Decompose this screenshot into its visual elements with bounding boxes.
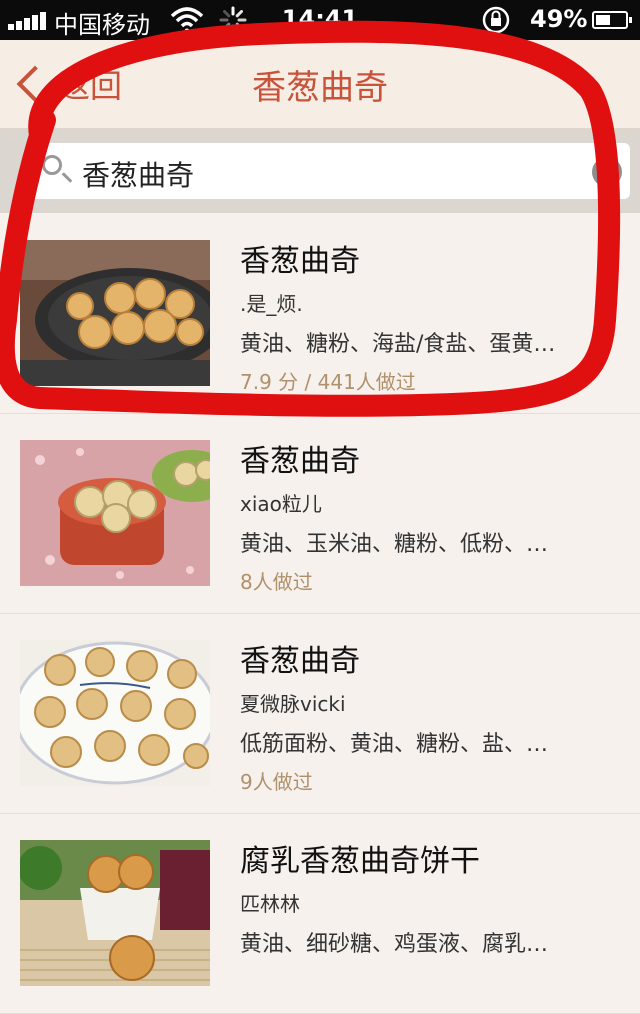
search-bar: 香葱曲奇 × <box>0 129 640 213</box>
recipe-thumbnail <box>20 440 210 586</box>
recipe-author: xiao粒儿 <box>240 492 322 516</box>
recipe-ingredients: 低筋面粉、黄油、糖粉、盐、… <box>240 732 549 757</box>
list-item[interactable]: 香葱曲奇 .是_烦. 黄油、糖粉、海盐/食盐、蛋黄… 7.9 分 / 441人做… <box>0 214 640 414</box>
rotation-lock-icon <box>480 5 512 41</box>
search-input[interactable]: 香葱曲奇 × <box>30 143 630 199</box>
search-icon <box>42 155 62 175</box>
recipe-stats: 8人做过 <box>240 570 313 594</box>
clear-search-button[interactable]: × <box>592 157 622 187</box>
list-item[interactable]: 香葱曲奇 夏微脉vicki 低筋面粉、黄油、糖粉、盐、… 9人做过 <box>0 614 640 814</box>
recipe-ingredients: 黄油、细砂糖、鸡蛋液、腐乳… <box>240 932 549 957</box>
status-bar: 中国移动 14:41 49% <box>0 0 640 40</box>
recipe-thumbnail <box>20 840 210 986</box>
recipe-title: 香葱曲奇 <box>240 244 360 279</box>
recipe-author: .是_烦. <box>240 292 303 316</box>
recipe-thumbnail <box>20 640 210 786</box>
recipe-list: 香葱曲奇 .是_烦. 黄油、糖粉、海盐/食盐、蛋黄… 7.9 分 / 441人做… <box>0 214 640 1014</box>
recipe-thumbnail <box>20 240 210 386</box>
recipe-ingredients: 黄油、玉米油、糖粉、低粉、… <box>240 532 549 557</box>
recipe-ingredients: 黄油、糖粉、海盐/食盐、蛋黄… <box>240 332 556 357</box>
list-item[interactable]: 香葱曲奇 xiao粒儿 黄油、玉米油、糖粉、低粉、… 8人做过 <box>0 414 640 614</box>
recipe-title: 腐乳香葱曲奇饼干 <box>240 844 480 879</box>
battery-icon <box>592 11 632 29</box>
recipe-stats: 9人做过 <box>240 770 313 794</box>
recipe-title: 香葱曲奇 <box>240 444 360 479</box>
recipe-title: 香葱曲奇 <box>240 644 360 679</box>
recipe-author: 匹林林 <box>240 892 300 916</box>
recipe-stats: 7.9 分 / 441人做过 <box>240 370 416 394</box>
page-title: 香葱曲奇 <box>252 68 388 108</box>
battery-percent: 49% <box>530 5 588 33</box>
search-query: 香葱曲奇 <box>82 159 195 192</box>
recipe-author: 夏微脉vicki <box>240 692 346 716</box>
list-item[interactable]: 腐乳香葱曲奇饼干 匹林林 黄油、细砂糖、鸡蛋液、腐乳… <box>0 814 640 1014</box>
navigation-bar: 返回 香葱曲奇 <box>0 40 640 129</box>
